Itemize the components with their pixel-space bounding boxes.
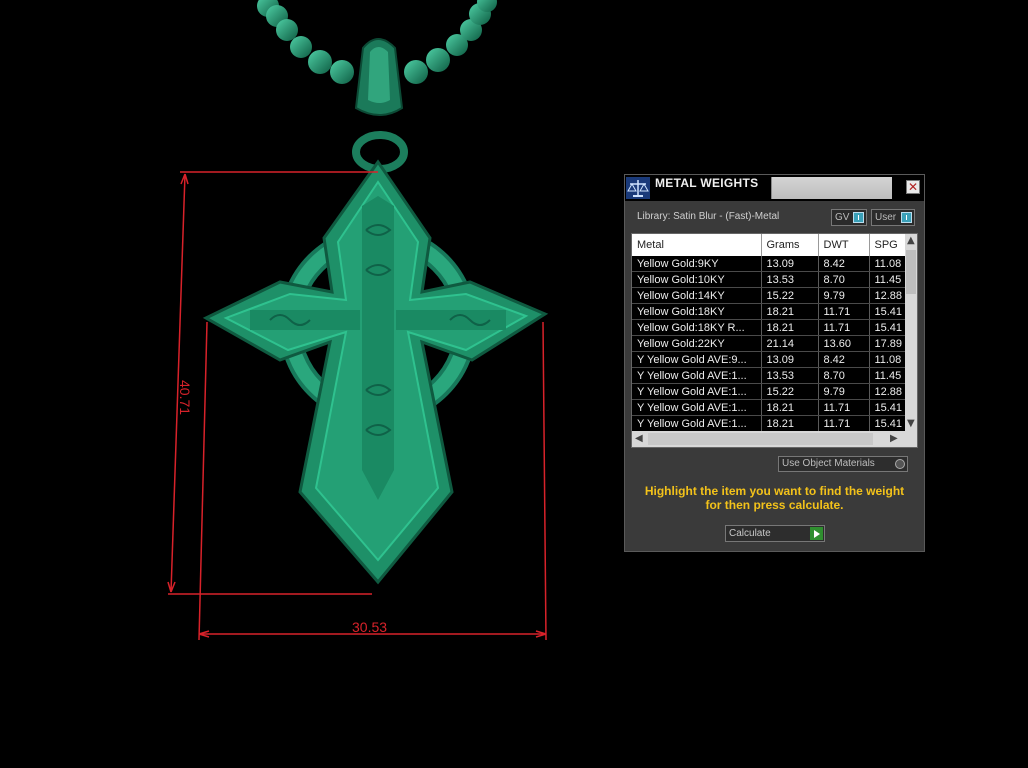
cell-spg: 11.08 xyxy=(869,256,907,272)
cell-grams: 13.53 xyxy=(761,271,819,288)
cell-grams: 21.14 xyxy=(761,335,819,352)
user-toggle[interactable]: User xyxy=(871,209,915,226)
cell-dwt: 11.71 xyxy=(818,303,870,320)
cell-metal: Y Yellow Gold AVE:1... xyxy=(632,383,762,400)
cell-spg: 15.41 xyxy=(869,319,907,336)
table-row[interactable]: Yellow Gold:10KY 13.53 8.70 11.45 xyxy=(632,271,907,288)
celtic-cross-model xyxy=(202,159,549,585)
cell-metal: Y Yellow Gold AVE:9... xyxy=(632,351,762,368)
play-icon xyxy=(810,527,823,540)
cell-spg: 15.41 xyxy=(869,399,907,416)
table-row[interactable]: Y Yellow Gold AVE:1... 15.22 9.79 12.88 xyxy=(632,383,907,400)
cell-dwt: 8.70 xyxy=(818,367,870,384)
toggle-knob-icon xyxy=(901,212,912,223)
library-label: Library: Satin Blur - (Fast)-Metal xyxy=(637,211,780,222)
scroll-left-icon[interactable]: ◀ xyxy=(635,434,643,444)
width-dimension-label: 30.53 xyxy=(352,619,387,635)
table-row[interactable]: Y Yellow Gold AVE:1... 18.21 11.71 15.41 xyxy=(632,415,907,432)
scroll-up-icon[interactable]: ▲ xyxy=(907,236,915,246)
close-icon[interactable]: ✕ xyxy=(906,180,920,194)
cell-spg: 11.45 xyxy=(869,271,907,288)
title-drag-area[interactable] xyxy=(771,177,892,199)
gv-toggle-label: GV xyxy=(835,212,850,223)
cell-metal: Yellow Gold:9KY xyxy=(632,256,762,272)
scroll-right-icon[interactable]: ▶ xyxy=(890,434,898,444)
table-row[interactable]: Y Yellow Gold AVE:1... 13.53 8.70 11.45 xyxy=(632,367,907,384)
cell-grams: 13.53 xyxy=(761,367,819,384)
cell-dwt: 8.42 xyxy=(818,256,870,272)
cell-metal: Yellow Gold:18KY xyxy=(632,303,762,320)
metal-table-container: Metal Grams DWT SPG Yellow Gold:9KY 13.09… xyxy=(631,233,918,448)
cell-metal: Yellow Gold:22KY xyxy=(632,335,762,352)
cell-metal: Y Yellow Gold AVE:1... xyxy=(632,415,762,432)
metal-table: Metal Grams DWT SPG Yellow Gold:9KY 13.09… xyxy=(632,234,907,432)
cell-metal: Y Yellow Gold AVE:1... xyxy=(632,399,762,416)
table-row[interactable]: Y Yellow Gold AVE:9... 13.09 8.42 11.08 xyxy=(632,351,907,368)
use-object-materials-label: Use Object Materials xyxy=(782,458,875,469)
cell-metal: Y Yellow Gold AVE:1... xyxy=(632,367,762,384)
use-object-materials-toggle[interactable]: Use Object Materials xyxy=(778,456,908,472)
cell-metal: Yellow Gold:18KY R... xyxy=(632,319,762,336)
cell-grams: 18.21 xyxy=(761,415,819,432)
column-header-spg[interactable]: SPG xyxy=(869,234,907,256)
horizontal-scrollbar[interactable]: ◀ ▶ xyxy=(632,431,917,447)
cell-spg: 12.88 xyxy=(869,287,907,304)
cell-spg: 15.41 xyxy=(869,303,907,320)
height-dimension-label: 40.71 xyxy=(177,380,193,415)
cell-grams: 18.21 xyxy=(761,303,819,320)
cell-spg: 11.45 xyxy=(869,367,907,384)
table-row[interactable]: Y Yellow Gold AVE:1... 18.21 11.71 15.41 xyxy=(632,399,907,416)
cell-dwt: 11.71 xyxy=(818,415,870,432)
cell-spg: 15.41 xyxy=(869,415,907,432)
cell-spg: 17.89 xyxy=(869,335,907,352)
column-header-grams[interactable]: Grams xyxy=(761,234,819,256)
cell-metal: Yellow Gold:14KY xyxy=(632,287,762,304)
gv-toggle[interactable]: GV xyxy=(831,209,867,226)
calculate-button[interactable]: Calculate xyxy=(725,525,825,542)
panel-titlebar[interactable]: METAL WEIGHTS ✕ xyxy=(625,175,924,201)
cell-grams: 18.21 xyxy=(761,319,819,336)
cell-grams: 15.22 xyxy=(761,383,819,400)
vertical-scroll-thumb[interactable] xyxy=(906,250,916,294)
cell-dwt: 8.42 xyxy=(818,351,870,368)
table-row[interactable]: Yellow Gold:22KY 21.14 13.60 17.89 xyxy=(632,335,907,352)
table-row[interactable]: Yellow Gold:18KY R... 18.21 11.71 15.41 xyxy=(632,319,907,336)
user-toggle-label: User xyxy=(875,212,897,223)
cell-dwt: 8.70 xyxy=(818,271,870,288)
instruction-line-1: Highlight the item you want to find the … xyxy=(644,484,905,498)
cell-grams: 18.21 xyxy=(761,399,819,416)
table-header-row: Metal Grams DWT SPG xyxy=(632,234,907,256)
toggle-knob-icon xyxy=(853,212,864,223)
cell-dwt: 11.71 xyxy=(818,319,870,336)
table-row[interactable]: Yellow Gold:18KY 18.21 11.71 15.41 xyxy=(632,303,907,320)
radio-icon xyxy=(895,459,905,469)
cell-dwt: 9.79 xyxy=(818,383,870,400)
table-row[interactable]: Yellow Gold:14KY 15.22 9.79 12.88 xyxy=(632,287,907,304)
cell-grams: 13.09 xyxy=(761,351,819,368)
horizontal-scroll-thumb[interactable] xyxy=(648,433,873,445)
cell-grams: 13.09 xyxy=(761,256,819,272)
calculate-label: Calculate xyxy=(729,528,771,539)
cell-dwt: 13.60 xyxy=(818,335,870,352)
cell-dwt: 9.79 xyxy=(818,287,870,304)
table-row[interactable]: Yellow Gold:9KY 13.09 8.42 11.08 xyxy=(632,256,907,272)
cell-dwt: 11.71 xyxy=(818,399,870,416)
cell-spg: 12.88 xyxy=(869,383,907,400)
metal-weights-panel: METAL WEIGHTS ✕ Library: Satin Blur - (F… xyxy=(624,174,925,552)
instruction-line-2: for then press calculate. xyxy=(705,498,844,512)
panel-title: METAL WEIGHTS xyxy=(655,176,759,190)
instruction-text: Highlight the item you want to find the … xyxy=(625,484,924,512)
column-header-metal[interactable]: Metal xyxy=(632,234,762,256)
vertical-scrollbar[interactable]: ▲ ▼ xyxy=(905,234,917,431)
column-header-dwt[interactable]: DWT xyxy=(818,234,870,256)
cell-grams: 15.22 xyxy=(761,287,819,304)
pendant-bail xyxy=(352,38,408,173)
cell-spg: 11.08 xyxy=(869,351,907,368)
scroll-down-icon[interactable]: ▼ xyxy=(907,419,915,429)
cell-metal: Yellow Gold:10KY xyxy=(632,271,762,288)
scale-icon xyxy=(626,177,650,199)
